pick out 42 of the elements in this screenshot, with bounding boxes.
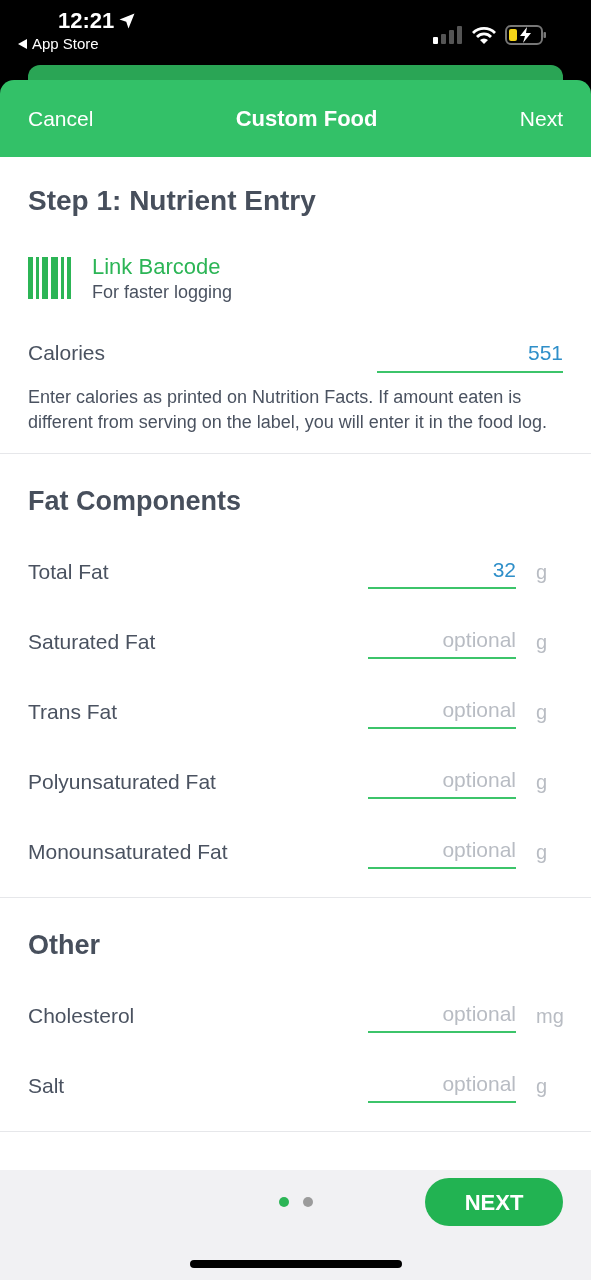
field-label: Calories	[28, 340, 106, 366]
input-field[interactable]: optional	[368, 997, 516, 1034]
link-barcode-button[interactable]: Link Barcode For faster logging	[28, 253, 233, 303]
input-field[interactable]: optional	[368, 693, 516, 730]
field-label: Cholesterol	[28, 1002, 136, 1029]
cancel-button[interactable]: Cancel	[28, 102, 94, 135]
next-button[interactable]: NEXT	[425, 1178, 563, 1226]
input-field[interactable]: optional	[368, 623, 516, 660]
wifi-icon	[471, 25, 497, 44]
back-arrow-icon[interactable]	[18, 38, 28, 49]
status-time: 12:21	[58, 10, 115, 32]
next-link[interactable]: Next	[519, 102, 563, 135]
section-title: Other	[28, 931, 101, 959]
input-field[interactable]: 551	[377, 337, 563, 373]
section-title: Fat Components	[28, 487, 242, 515]
field-label: Polyunsaturated Fat	[28, 768, 217, 795]
field-label: Saturated Fat	[28, 628, 157, 655]
battery-icon	[505, 24, 547, 45]
unit-label: g	[535, 699, 549, 725]
field-label: Salt	[28, 1072, 66, 1099]
location-arrow-icon	[118, 12, 137, 30]
unit-label: g	[535, 629, 549, 655]
unit-label: g	[535, 1073, 549, 1099]
barcode-title: Link Barcode	[92, 253, 222, 281]
screen-title: Custom Food	[235, 105, 378, 133]
unit-label: mg	[535, 1003, 563, 1029]
unit-label: g	[535, 559, 549, 585]
unit-label: g	[535, 769, 549, 795]
unit-label: g	[535, 839, 549, 865]
field-label: Trans Fat	[28, 698, 119, 725]
input-field[interactable]: 32	[368, 553, 516, 590]
barcode-icon	[28, 257, 72, 299]
signal-icon	[433, 25, 463, 44]
field-label: Monounsaturated Fat	[28, 838, 229, 865]
back-link[interactable]: App Store	[32, 36, 99, 51]
field-label: Total Fat	[28, 558, 110, 585]
input-field[interactable]: optional	[368, 833, 516, 870]
help-text: Enter calories as printed on Nutrition Facts. If amount eaten is different from serving on the label, you will enter it in the food log.	[28, 385, 548, 434]
input-field[interactable]: optional	[368, 1067, 516, 1104]
step-title: Step 1: Nutrient Entry	[28, 187, 317, 215]
input-field[interactable]: optional	[368, 763, 516, 800]
barcode-subtitle: For faster logging	[92, 280, 233, 303]
